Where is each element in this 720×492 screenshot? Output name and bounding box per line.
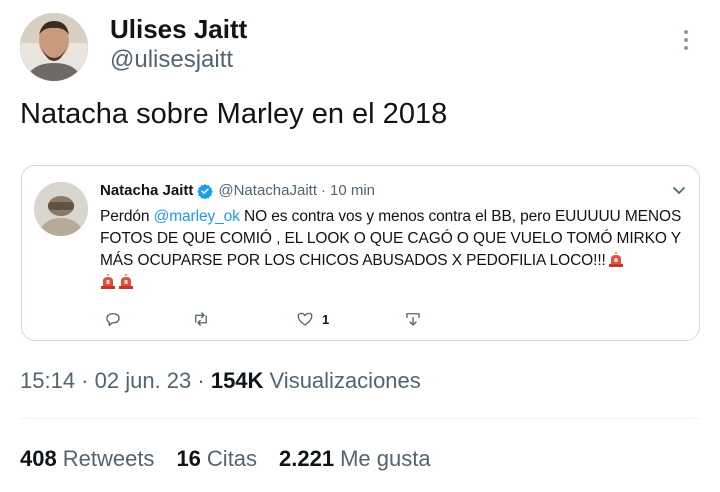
retweets-stat[interactable]: 408 Retweets	[20, 446, 154, 472]
quotes-label: Citas	[206, 446, 258, 471]
likes-label: Me gusta	[340, 446, 431, 471]
reply-button[interactable]	[104, 310, 122, 328]
likes-count: 2.221	[279, 446, 335, 471]
chevron-down-icon[interactable]	[672, 186, 686, 196]
share-button[interactable]	[404, 310, 422, 328]
retweet-icon	[195, 312, 207, 326]
quoted-tweet-card[interactable]: Natacha Jaitt @NatachaJaitt · 10 min Per…	[21, 165, 700, 341]
tweet-stats: 408 Retweets 16 Citas 2.221 Me gusta	[20, 446, 431, 472]
tweet-time[interactable]: 15:14	[20, 368, 75, 393]
retweets-count: 408	[20, 446, 57, 471]
quoted-avatar[interactable]	[34, 182, 88, 236]
siren-emoji	[608, 252, 624, 267]
views-count: 154K	[210, 368, 264, 393]
share-icon	[406, 313, 420, 326]
retweets-label: Retweets	[62, 446, 155, 471]
quotes-count: 16	[176, 446, 201, 471]
views-label: Visualizaciones	[263, 368, 421, 393]
quotes-stat[interactable]: 16 Citas	[176, 446, 257, 472]
quoted-name[interactable]: Natacha Jaitt	[100, 182, 193, 199]
siren-emoji	[100, 274, 116, 289]
reply-icon	[106, 313, 120, 327]
author-name[interactable]: Ulises Jaitt	[110, 14, 247, 45]
like-icon	[297, 312, 313, 326]
quoted-actions: 1	[104, 310, 434, 332]
quoted-separator: ·	[320, 182, 326, 199]
tweet-date[interactable]: 02 jun. 23	[95, 368, 192, 393]
likes-stat[interactable]: 2.221 Me gusta	[279, 446, 431, 472]
tweet-meta: 15:14 · 02 jun. 23 · 154K Visualizacione…	[20, 368, 421, 394]
mention-link[interactable]: @marley_ok	[154, 208, 240, 225]
meta-separator: ·	[75, 368, 95, 393]
retweet-button[interactable]	[192, 310, 210, 328]
quoted-body-text-start: Perdón	[100, 208, 154, 225]
verified-badge-icon	[197, 183, 214, 199]
tweet-text: Natacha sobre Marley en el 2018	[20, 98, 448, 130]
quoted-timestamp[interactable]: 10 min	[330, 182, 375, 199]
siren-emoji	[118, 274, 134, 289]
avatar-photo	[20, 13, 88, 81]
like-count: 1	[322, 311, 330, 327]
author-handle[interactable]: @ulisesjaitt	[110, 46, 233, 74]
meta-separator: ·	[191, 368, 211, 393]
quoted-avatar-photo	[34, 182, 88, 236]
quoted-body: Perdón @marley_ok NO es contra vos y men…	[100, 206, 696, 294]
more-options-icon[interactable]	[676, 26, 696, 54]
avatar[interactable]	[20, 13, 88, 81]
like-button[interactable]: 1	[296, 310, 329, 328]
quoted-handle[interactable]: @NatachaJaitt	[218, 182, 317, 199]
divider	[20, 418, 700, 419]
quoted-header: Natacha Jaitt @NatachaJaitt · 10 min	[100, 182, 375, 199]
